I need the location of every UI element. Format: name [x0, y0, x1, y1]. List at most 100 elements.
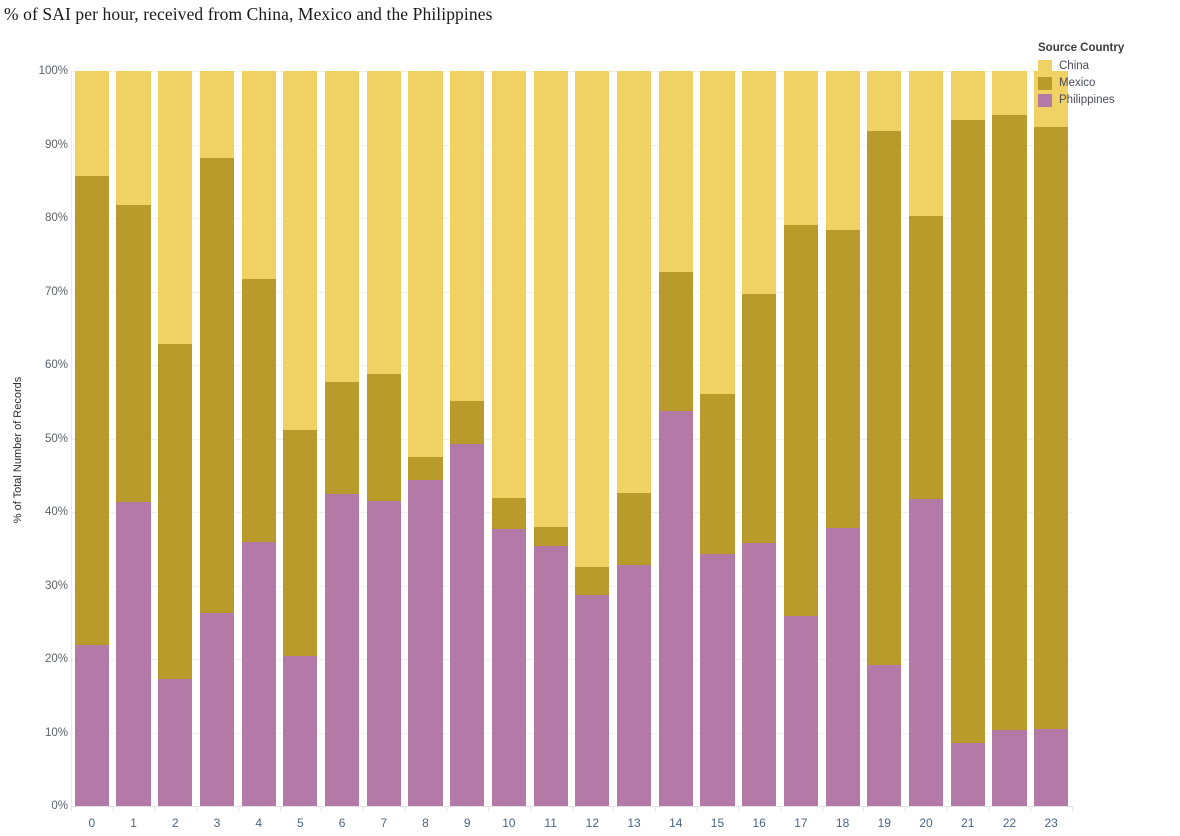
bar-segment-mexico[interactable] [658, 272, 693, 411]
bar-segment-mexico[interactable] [283, 429, 318, 657]
bar-stack-hour-12[interactable] [575, 71, 610, 806]
bar-segment-philippines[interactable] [1034, 728, 1069, 806]
bar-segment-china[interactable] [575, 71, 610, 568]
bar-stack-hour-10[interactable] [491, 71, 527, 806]
bar-segment-mexico[interactable] [742, 293, 777, 543]
bar-segment-china[interactable] [783, 71, 818, 226]
bar-stack-hour-0[interactable] [74, 71, 109, 806]
bar-segment-china[interactable] [74, 71, 109, 177]
bar-stack-hour-4[interactable] [241, 71, 276, 806]
bar-segment-mexico[interactable] [450, 401, 485, 445]
bar-segment-philippines[interactable] [116, 501, 151, 806]
bar-stack-hour-21[interactable] [950, 71, 985, 806]
bar-segment-philippines[interactable] [199, 612, 235, 806]
bar-segment-china[interactable] [992, 71, 1027, 116]
bar-segment-mexico[interactable] [366, 373, 401, 501]
bar-segment-mexico[interactable] [241, 279, 276, 543]
bar-segment-mexico[interactable] [158, 344, 193, 679]
bar-segment-china[interactable] [867, 71, 902, 131]
bar-stack-hour-20[interactable] [908, 71, 944, 806]
bar-segment-philippines[interactable] [575, 595, 610, 806]
bar-segment-china[interactable] [533, 71, 568, 527]
bar-segment-china[interactable] [700, 71, 735, 394]
bar-segment-china[interactable] [491, 71, 527, 499]
bar-stack-hour-7[interactable] [366, 71, 401, 806]
bar-stack-hour-6[interactable] [325, 71, 360, 806]
bar-stack-hour-13[interactable] [616, 71, 652, 806]
bar-stack-hour-11[interactable] [533, 71, 568, 806]
bar-segment-mexico[interactable] [783, 225, 818, 617]
bar-segment-china[interactable] [158, 71, 193, 345]
bar-segment-mexico[interactable] [825, 229, 860, 529]
bar-segment-china[interactable] [742, 71, 777, 294]
legend-item-china[interactable]: China [1038, 58, 1178, 74]
legend-item-philippines[interactable]: Philippines [1038, 92, 1178, 108]
bar-segment-philippines[interactable] [158, 678, 193, 806]
bar-stack-hour-16[interactable] [742, 71, 777, 806]
bar-segment-mexico[interactable] [950, 120, 985, 743]
bar-segment-philippines[interactable] [491, 528, 527, 806]
bar-segment-philippines[interactable] [283, 656, 318, 806]
bar-stack-hour-15[interactable] [700, 71, 735, 806]
bar-segment-china[interactable] [366, 71, 401, 374]
bar-segment-philippines[interactable] [616, 564, 652, 806]
bar-segment-china[interactable] [825, 71, 860, 230]
bar-segment-philippines[interactable] [867, 664, 902, 806]
bar-segment-china[interactable] [116, 71, 151, 205]
bar-segment-philippines[interactable] [366, 500, 401, 806]
bar-stack-hour-2[interactable] [158, 71, 193, 806]
bar-stack-hour-17[interactable] [783, 71, 818, 806]
bar-segment-philippines[interactable] [700, 553, 735, 806]
bar-segment-philippines[interactable] [825, 528, 860, 806]
bar-segment-mexico[interactable] [616, 492, 652, 565]
bar-stack-hour-5[interactable] [283, 71, 318, 806]
bar-segment-mexico[interactable] [1034, 126, 1069, 729]
bar-segment-china[interactable] [199, 71, 235, 159]
bar-segment-china[interactable] [950, 71, 985, 121]
bar-segment-mexico[interactable] [575, 567, 610, 596]
bar-segment-philippines[interactable] [908, 498, 944, 806]
bar-segment-philippines[interactable] [533, 545, 568, 806]
bar-segment-philippines[interactable] [783, 616, 818, 806]
bar-stack-hour-9[interactable] [450, 71, 485, 806]
x-axis-tick-mark [529, 806, 531, 811]
bar-segment-china[interactable] [325, 71, 360, 382]
bar-segment-philippines[interactable] [325, 493, 360, 806]
bar-segment-mexico[interactable] [867, 130, 902, 665]
bar-stack-hour-3[interactable] [199, 71, 235, 806]
bar-segment-philippines[interactable] [450, 444, 485, 806]
bar-segment-mexico[interactable] [491, 498, 527, 529]
bar-stack-hour-1[interactable] [116, 71, 151, 806]
bar-segment-china[interactable] [283, 71, 318, 430]
bar-segment-mexico[interactable] [992, 115, 1027, 730]
bar-segment-china[interactable] [616, 71, 652, 493]
bar-segment-mexico[interactable] [199, 158, 235, 613]
bar-segment-china[interactable] [408, 71, 443, 457]
bar-segment-philippines[interactable] [408, 480, 443, 806]
bar-stack-hour-23[interactable] [1034, 71, 1069, 806]
bar-segment-mexico[interactable] [700, 393, 735, 554]
bar-segment-mexico[interactable] [116, 204, 151, 502]
bar-segment-philippines[interactable] [992, 729, 1027, 806]
bar-segment-philippines[interactable] [241, 542, 276, 806]
bar-segment-china[interactable] [658, 71, 693, 273]
bar-stack-hour-14[interactable] [658, 71, 693, 806]
bar-segment-mexico[interactable] [908, 215, 944, 499]
bar-segment-philippines[interactable] [950, 742, 985, 806]
bar-stack-hour-8[interactable] [408, 71, 443, 806]
bar-segment-mexico[interactable] [533, 526, 568, 546]
bar-stack-hour-22[interactable] [992, 71, 1027, 806]
bar-segment-mexico[interactable] [74, 176, 109, 646]
bar-segment-china[interactable] [450, 71, 485, 402]
bar-stack-hour-19[interactable] [867, 71, 902, 806]
bar-segment-philippines[interactable] [658, 410, 693, 806]
bar-segment-china[interactable] [908, 71, 944, 216]
bar-segment-mexico[interactable] [325, 381, 360, 494]
bar-stack-hour-18[interactable] [825, 71, 860, 806]
bar-segment-philippines[interactable] [742, 542, 777, 806]
x-axis-tick-label: 19 [877, 816, 891, 830]
bar-segment-mexico[interactable] [408, 456, 443, 481]
bar-segment-philippines[interactable] [74, 645, 109, 806]
bar-segment-china[interactable] [241, 71, 276, 280]
legend-item-mexico[interactable]: Mexico [1038, 75, 1178, 91]
